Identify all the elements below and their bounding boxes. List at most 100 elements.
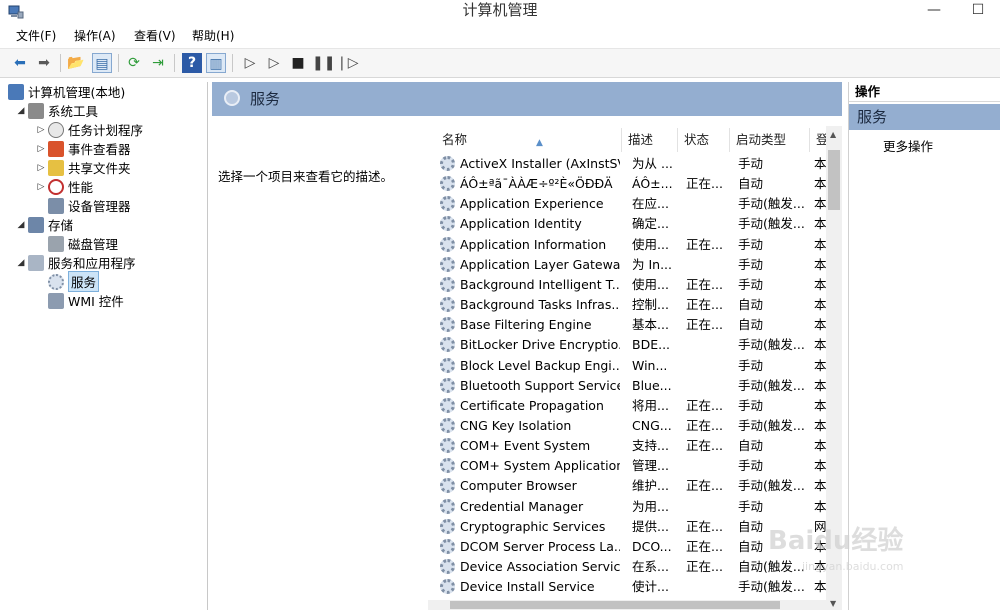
- service-startup-type: 自动: [738, 438, 764, 454]
- menu-view[interactable]: 查看(V): [134, 28, 176, 44]
- table-row[interactable]: Application Experience 在应... 手动(触发... 本: [428, 194, 826, 214]
- service-status: 正在...: [686, 438, 723, 454]
- column-header-startup-type[interactable]: 启动类型: [730, 128, 810, 152]
- start-service-icon[interactable]: ▷: [240, 53, 260, 73]
- tree-node-device-manager[interactable]: 设备管理器: [48, 196, 131, 215]
- tree-node-services-apps[interactable]: ◢ 服务和应用程序: [14, 253, 136, 272]
- services-panel: 服务 选择一个项目来查看它的描述。 名称 ▲ 描述 状态 启动类型 登 Acti…: [212, 82, 842, 610]
- service-logon: 本: [814, 397, 826, 413]
- maximize-button[interactable]: ☐: [956, 0, 1000, 22]
- tree-node-services[interactable]: 服务: [48, 271, 100, 292]
- actions-header: 操作: [849, 82, 1000, 102]
- service-description: 支持...: [632, 438, 669, 454]
- back-arrow-icon[interactable]: ⬅: [10, 53, 30, 73]
- menu-bar: 文件(F) 操作(A) 查看(V) 帮助(H): [0, 24, 1000, 48]
- service-status: [686, 214, 728, 234]
- tree-node-storage[interactable]: ◢ 存储: [14, 215, 73, 234]
- table-row[interactable]: ActiveX Installer (AxInstSV) 为从 ... 手动 本: [428, 154, 826, 174]
- table-row[interactable]: Device Install Service 使计... 手动(触发... 本: [428, 577, 826, 597]
- service-logon: 本: [814, 438, 826, 454]
- service-gear-icon: [440, 216, 455, 232]
- menu-help[interactable]: 帮助(H): [192, 28, 234, 44]
- expand-arrow-icon[interactable]: ▷: [34, 182, 48, 192]
- description-text: 选择一个项目来查看它的描述。: [218, 169, 394, 184]
- storage-icon: [28, 216, 44, 233]
- table-row[interactable]: DCOM Server Process La... DCO... 正在... 自动本: [428, 537, 826, 557]
- restart-service-icon[interactable]: ❘▷: [336, 53, 359, 73]
- collapse-arrow-icon[interactable]: ◢: [14, 258, 28, 268]
- up-folder-icon[interactable]: 📂: [66, 53, 86, 73]
- table-row[interactable]: Cryptographic Services 提供... 正在... 自动网: [428, 517, 826, 537]
- table-row[interactable]: Block Level Backup Engi... Win... 手动 本: [428, 356, 826, 376]
- stop-service-icon[interactable]: ■: [288, 53, 308, 73]
- column-header-name[interactable]: 名称 ▲: [436, 128, 622, 152]
- service-description: 基本...: [632, 317, 669, 333]
- table-row[interactable]: Application Layer Gatewa... 为 In... 手动 本: [428, 255, 826, 275]
- service-description: CNG...: [632, 417, 672, 433]
- table-row[interactable]: Base Filtering Engine 基本... 正在... 自动 本: [428, 315, 826, 335]
- actions-section-services[interactable]: 服务: [849, 104, 1000, 130]
- collapse-arrow-icon[interactable]: ◢: [14, 106, 28, 116]
- service-name: Bluetooth Support Service: [460, 377, 620, 393]
- vertical-scroll-thumb[interactable]: [828, 150, 840, 210]
- service-startup-type: 自动: [738, 317, 764, 333]
- table-row[interactable]: Application Information 使用... 正在... 手动 本: [428, 235, 826, 255]
- tree-node-performance[interactable]: ▷ 性能: [34, 177, 93, 196]
- table-row[interactable]: ÁÔ±ªã¯ÀÀÆ÷º²È«ÖÐÐÄ ÁÔ±... 正在... 自动 本: [428, 174, 826, 194]
- expand-arrow-icon[interactable]: ▷: [34, 125, 48, 135]
- scroll-up-icon[interactable]: ▲: [830, 130, 836, 139]
- service-gear-icon: [440, 297, 455, 313]
- show-action-pane-icon[interactable]: ▥: [206, 53, 226, 73]
- service-description: BDE...: [632, 337, 671, 353]
- table-row[interactable]: Bluetooth Support Service Blue... 手动(触发...…: [428, 376, 826, 396]
- table-row[interactable]: Computer Browser 维护... 正在... 手动(触发... 本: [428, 476, 826, 496]
- service-gear-icon: [440, 156, 455, 171]
- service-status: [686, 335, 728, 355]
- table-row[interactable]: CNG Key Isolation CNG... 正在... 手动(触发... 本: [428, 416, 826, 436]
- column-header-description[interactable]: 描述: [622, 128, 678, 152]
- expand-arrow-icon[interactable]: ▷: [34, 144, 48, 154]
- table-row[interactable]: Certificate Propagation 将用... 正在... 手动 本: [428, 396, 826, 416]
- horizontal-scrollbar[interactable]: [428, 600, 826, 610]
- service-name: Computer Browser: [460, 478, 577, 494]
- service-status: [686, 356, 728, 376]
- help-icon[interactable]: ?: [182, 53, 202, 73]
- show-tree-icon[interactable]: ▤: [92, 53, 112, 73]
- collapse-arrow-icon[interactable]: ◢: [14, 220, 28, 230]
- menu-file[interactable]: 文件(F): [16, 28, 56, 44]
- more-actions-link[interactable]: 更多操作: [883, 136, 933, 155]
- tree-node-wmi[interactable]: WMI 控件: [48, 291, 124, 310]
- tree-node-task-scheduler[interactable]: ▷ 任务计划程序: [34, 120, 143, 139]
- horizontal-scroll-thumb[interactable]: [450, 601, 780, 609]
- toolbar: ⬅ ➡ 📂 ▤ ⟳ ⇥ ? ▥ ▷ ▷ ■ ❚❚ ❘▷: [0, 48, 1000, 78]
- column-header-status[interactable]: 状态: [678, 128, 730, 152]
- start-service-alt-icon[interactable]: ▷: [264, 53, 284, 73]
- service-gear-icon: [440, 317, 455, 333]
- service-description: 维护...: [632, 478, 669, 494]
- service-name: Device Install Service: [460, 579, 595, 595]
- scroll-down-icon[interactable]: ▼: [830, 599, 836, 608]
- table-row[interactable]: Background Intelligent T... 使用... 正在... 手动 本: [428, 275, 826, 295]
- table-row[interactable]: COM+ System Application 管理... 手动 本: [428, 456, 826, 476]
- refresh-icon[interactable]: ⟳: [124, 53, 144, 73]
- table-row[interactable]: COM+ Event System 支持... 正在... 自动 本: [428, 436, 826, 456]
- table-row[interactable]: Application Identity 确定... 手动(触发... 本: [428, 214, 826, 234]
- tree-node-root[interactable]: 计算机管理(本地): [8, 82, 125, 101]
- table-row[interactable]: BitLocker Drive Encryptio... BDE... 手动(触发.…: [428, 335, 826, 355]
- service-status: [686, 255, 728, 275]
- forward-arrow-icon[interactable]: ➡: [34, 53, 54, 73]
- expand-arrow-icon[interactable]: ▷: [34, 163, 48, 173]
- pause-service-icon[interactable]: ❚❚: [312, 53, 335, 73]
- service-description: DCO...: [632, 538, 672, 554]
- table-row[interactable]: Device Association Service 在系... 正在... 自动(触…: [428, 557, 826, 577]
- minimize-button[interactable]: —: [912, 0, 956, 22]
- table-row[interactable]: Background Tasks Infras... 控制... 正在... 自动 本: [428, 295, 826, 315]
- menu-action[interactable]: 操作(A): [74, 28, 116, 44]
- table-row[interactable]: Credential Manager 为用... 手动 本: [428, 497, 826, 517]
- tree-node-shared-folders[interactable]: ▷ 共享文件夹: [34, 158, 131, 177]
- tree-node-system-tools[interactable]: ◢ 系统工具: [14, 101, 98, 120]
- service-logon: 本: [814, 357, 826, 373]
- tree-node-event-viewer[interactable]: ▷ 事件查看器: [34, 139, 131, 158]
- export-list-icon[interactable]: ⇥: [148, 53, 168, 73]
- tree-node-disk-management[interactable]: 磁盘管理: [48, 234, 118, 253]
